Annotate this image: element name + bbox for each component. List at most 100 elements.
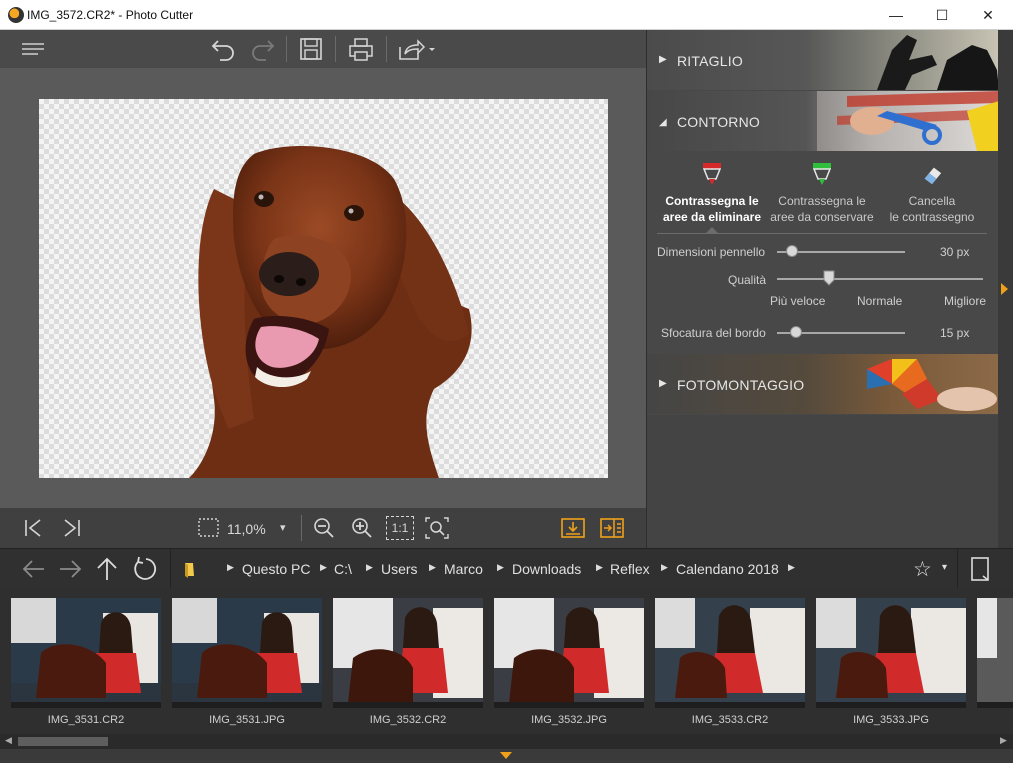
- thumbnail[interactable]: IMG_3533.JPG: [816, 598, 966, 726]
- thumbnail[interactable]: IMG_3531.CR2: [11, 598, 161, 726]
- brush-size-value: 30 px: [940, 245, 970, 259]
- crumb-c-drive[interactable]: C:\: [334, 561, 352, 577]
- crumb-questo-pc[interactable]: Questo PC: [242, 561, 310, 577]
- thumbnail[interactable]: IMG_3533.CR2: [655, 598, 805, 726]
- share-icon[interactable]: [396, 35, 438, 63]
- erase-marks-line1: Cancella: [908, 194, 956, 208]
- first-image-icon[interactable]: [21, 516, 47, 540]
- scroll-left-icon[interactable]: ◀: [5, 735, 12, 746]
- minimize-button[interactable]: —: [873, 0, 919, 30]
- zoom-level[interactable]: 11,0%: [227, 521, 266, 537]
- favorites-dropdown-icon[interactable]: ▾: [942, 562, 947, 573]
- edge-blur-slider[interactable]: [790, 326, 803, 338]
- mark-remove-line1: Contrassegna le: [665, 194, 759, 208]
- zoom-dropdown-icon[interactable]: ▾: [280, 521, 286, 534]
- crumb-marco[interactable]: Marco: [444, 561, 483, 577]
- crumb-separator-icon: ▶: [661, 562, 668, 572]
- panel-collapse-icon[interactable]: [1001, 283, 1008, 295]
- thumbnail-image: [977, 598, 1013, 708]
- scrollbar-thumb[interactable]: [18, 737, 108, 746]
- back-icon[interactable]: [20, 556, 48, 582]
- mark-remove-tool[interactable]: Contrassegna le aree da eliminare: [657, 163, 767, 225]
- thumbnail-image: [494, 598, 644, 708]
- print-icon[interactable]: [346, 35, 376, 63]
- crumb-separator-icon: ▶: [320, 562, 327, 572]
- last-image-icon[interactable]: [58, 516, 84, 540]
- favorite-star-icon[interactable]: ☆: [913, 557, 932, 582]
- crumb-separator-icon: ▶: [497, 562, 504, 572]
- quality-fast-label: Più veloce: [770, 294, 826, 308]
- crumb-separator-icon: ▶: [596, 562, 603, 572]
- collapse-arrow-icon: ◢: [659, 117, 667, 128]
- redo-icon[interactable]: [247, 35, 277, 63]
- window-title: IMG_3572.CR2* - Photo Cutter: [27, 8, 194, 22]
- app-logo-icon: [8, 7, 24, 23]
- collapse-strip-icon[interactable]: [500, 752, 512, 759]
- export-icon[interactable]: [560, 516, 586, 540]
- thumbnail-filename: IMG_3533.CR2: [691, 714, 769, 726]
- ritaglio-hands-image: [877, 35, 999, 90]
- crumb-calendano-2018[interactable]: Calendano 2018: [676, 561, 779, 577]
- thumbnail[interactable]: IMG_3531.JPG: [172, 598, 322, 726]
- compare-icon[interactable]: [599, 516, 625, 540]
- quality-normal-label: Normale: [857, 294, 903, 308]
- section-fotomontaggio[interactable]: ▶ FOTOMONTAGGIO: [647, 354, 999, 414]
- thumbnail[interactable]: IMG_3532.CR2: [333, 598, 483, 726]
- refresh-icon[interactable]: [130, 556, 158, 582]
- close-button[interactable]: ✕: [965, 0, 1011, 30]
- thumbnail-image: [11, 598, 161, 708]
- mark-remove-line2: aree da eliminare: [662, 210, 762, 224]
- nav-divider: [170, 549, 171, 589]
- scroll-right-icon[interactable]: ▶: [1000, 735, 1007, 746]
- thumbnail-filename: IMG_3533.JPG: [853, 714, 929, 726]
- thumbnail-filename: IMG_3531.JPG: [209, 714, 285, 726]
- cutout-photo[interactable]: [39, 99, 608, 478]
- crumb-separator-icon: ▶: [227, 562, 234, 572]
- thumbnail-filename: IMG_3531.CR2: [47, 714, 125, 726]
- crumb-downloads[interactable]: Downloads: [512, 561, 581, 577]
- crumb-users[interactable]: Users: [381, 561, 418, 577]
- section-ritaglio[interactable]: ▶ RITAGLIO: [647, 30, 999, 90]
- green-marker-icon: [812, 163, 832, 185]
- thumbnail-filename: IMG_3532.JPG: [531, 714, 607, 726]
- toolbar-separator: [386, 36, 387, 62]
- folder-icon[interactable]: [180, 556, 200, 582]
- erase-marks-tool[interactable]: Cancella le contrassegno: [877, 163, 987, 225]
- crumb-separator-icon: ▶: [366, 562, 373, 572]
- quality-track[interactable]: [777, 278, 983, 280]
- thumbnail-partial[interactable]: [977, 598, 1013, 721]
- expand-arrow-icon: ▶: [659, 378, 667, 389]
- up-folder-icon[interactable]: [93, 556, 121, 582]
- crumb-reflex[interactable]: Reflex: [610, 561, 650, 577]
- brush-size-slider[interactable]: [786, 245, 799, 257]
- zoom-in-icon[interactable]: [349, 516, 375, 540]
- canvas-toolbar: 11,0% ▾ 1:1: [0, 508, 646, 548]
- section-contorno[interactable]: ◢ CONTORNO: [647, 91, 999, 151]
- save-icon[interactable]: [296, 35, 326, 63]
- section-ritaglio-label: RITAGLIO: [677, 53, 743, 69]
- file-navigation-bar: ▶ Questo PC ▶ C:\ ▶ Users ▶ Marco ▶ Down…: [0, 548, 1013, 589]
- zoom-out-icon[interactable]: [311, 516, 337, 540]
- maximize-button[interactable]: ☐: [919, 0, 965, 30]
- dog-cutout-image: [189, 146, 472, 478]
- fotomontaggio-tangram-image: [867, 359, 997, 411]
- horizontal-scrollbar[interactable]: ◀ ▶: [0, 734, 1013, 749]
- thumbnail[interactable]: IMG_3532.JPG: [494, 598, 644, 726]
- mark-keep-line2: aree da conservare: [770, 210, 874, 224]
- thumbnail-image: [333, 598, 483, 708]
- quality-label: Qualità: [728, 273, 767, 287]
- quality-slider[interactable]: [823, 270, 835, 286]
- section-contorno-label: CONTORNO: [677, 114, 761, 130]
- toggle-panel-icon[interactable]: [967, 556, 995, 582]
- undo-icon[interactable]: [209, 35, 239, 63]
- brush-size-label: Dimensioni pennello: [657, 245, 766, 259]
- actual-size-button[interactable]: 1:1: [386, 516, 414, 540]
- image-canvas[interactable]: [0, 68, 646, 508]
- menu-icon[interactable]: [20, 35, 50, 63]
- contorno-scissors-image: [817, 91, 999, 151]
- tools-panel: ▶ RITAGLIO ◢ CONTORNO Contrassegna le ar…: [646, 30, 999, 548]
- mark-keep-tool[interactable]: Contrassegna le aree da conservare: [767, 163, 877, 225]
- fit-frame-icon[interactable]: [196, 516, 222, 540]
- zoom-fit-icon[interactable]: [424, 516, 450, 540]
- forward-icon[interactable]: [56, 556, 84, 582]
